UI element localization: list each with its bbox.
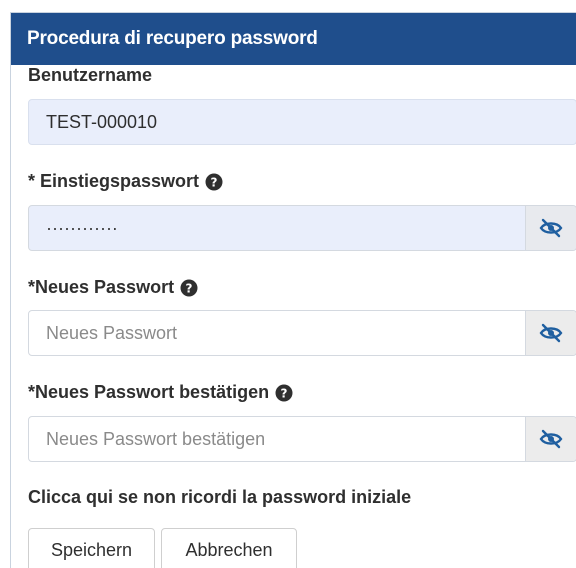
username-field[interactable]: TEST-000010 [28, 99, 576, 145]
username-value: TEST-000010 [46, 111, 158, 132]
new-password-placeholder: Neues Passwort [46, 322, 178, 343]
panel-title: Procedura di recupero password [27, 28, 318, 49]
new-password-label: *Neues Passwort ? [28, 277, 198, 298]
eye-slash-icon[interactable] [525, 206, 576, 250]
username-label: Benutzername [28, 65, 153, 85]
forgot-initial-password-link[interactable]: Clicca qui se non ricordi la password in… [28, 487, 411, 508]
initial-password-label: * Einstiegspasswort ? [28, 171, 223, 192]
confirm-password-label: *Neues Passwort bestätigen ? [28, 382, 293, 403]
confirm-password-placeholder: Neues Passwort bestätigen [46, 428, 266, 449]
svg-text:?: ? [281, 386, 288, 400]
question-circle-icon[interactable]: ? [275, 384, 293, 402]
question-circle-icon[interactable]: ? [205, 173, 223, 191]
svg-text:?: ? [186, 281, 193, 295]
initial-password-value: ············ [46, 217, 118, 238]
eye-slash-icon[interactable] [525, 417, 576, 461]
initial-password-field[interactable]: ············ [28, 205, 576, 251]
eye-slash-icon[interactable] [525, 311, 576, 355]
new-password-field[interactable]: Neues Passwort [28, 310, 576, 356]
confirm-password-field[interactable]: Neues Passwort bestätigen [28, 416, 576, 462]
cancel-button[interactable]: Abbrechen [161, 528, 297, 568]
question-circle-icon[interactable]: ? [180, 279, 198, 297]
password-recovery-panel: Procedura di recupero password Benutzern… [10, 12, 576, 568]
save-button[interactable]: Speichern [28, 528, 155, 568]
panel-header: Procedura di recupero password [11, 13, 576, 65]
svg-text:?: ? [211, 175, 218, 189]
